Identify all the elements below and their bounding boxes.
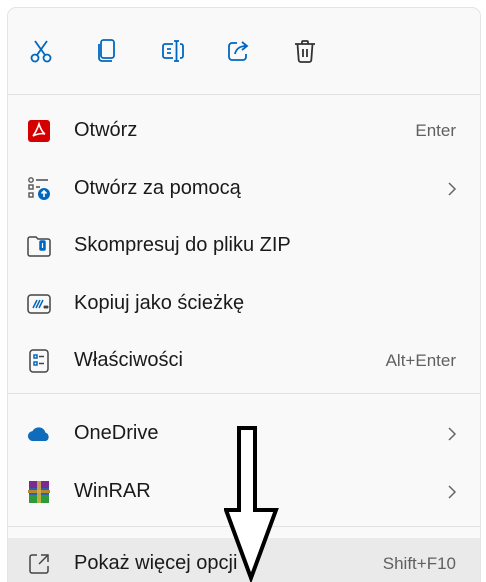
menu-item-label: Pokaż więcej opcji: [74, 552, 238, 574]
menu-item-label: Otwórz: [74, 119, 138, 141]
shortcut-text: Shift+F10: [382, 554, 456, 573]
copy-icon: [98, 39, 115, 62]
onedrive-icon: [26, 421, 52, 447]
winrar-icon: [26, 479, 52, 505]
divider: [8, 526, 480, 527]
cut-icon: [30, 40, 52, 63]
menu-item-show-more-options[interactable]: Pokaż więcej opcji Shift+F10: [8, 538, 480, 582]
cut-button[interactable]: [24, 34, 58, 68]
context-menu: Otwórz Enter Otwórz za pomocą Skompresuj…: [8, 8, 480, 582]
delete-icon: [295, 40, 315, 63]
more-options-icon: [26, 551, 52, 577]
zip-folder-icon: [26, 233, 52, 259]
menu-item-properties[interactable]: Właściwości Alt+Enter: [8, 335, 480, 387]
copy-path-icon: [26, 291, 52, 317]
menu-item-winrar[interactable]: WinRAR: [8, 466, 480, 518]
chevron-right-icon: [448, 485, 457, 499]
share-icon: [228, 41, 249, 61]
menu-item-copy-path[interactable]: Kopiuj jako ścieżkę: [8, 278, 480, 330]
shortcut-text: Enter: [415, 121, 456, 140]
rename-button[interactable]: [156, 34, 190, 68]
menu-item-open[interactable]: Otwórz Enter: [8, 105, 480, 157]
copy-button[interactable]: [90, 34, 124, 68]
divider: [8, 94, 480, 95]
divider: [8, 393, 480, 394]
rename-icon: [162, 40, 184, 62]
open-with-icon: [26, 176, 52, 202]
menu-item-open-with[interactable]: Otwórz za pomocą: [8, 163, 480, 215]
menu-item-label: Skompresuj do pliku ZIP: [74, 234, 291, 256]
share-button[interactable]: [222, 34, 256, 68]
chevron-right-icon: [448, 427, 457, 441]
menu-item-label: Właściwości: [74, 349, 183, 371]
pdf-icon: [26, 118, 52, 144]
shortcut-text: Alt+Enter: [385, 351, 456, 370]
chevron-right-icon: [448, 182, 457, 196]
menu-item-label: Kopiuj jako ścieżkę: [74, 292, 245, 314]
menu-item-label: OneDrive: [74, 422, 159, 444]
context-toolbar: [8, 8, 480, 94]
menu-item-label: Otwórz za pomocą: [74, 177, 241, 199]
delete-button[interactable]: [288, 34, 322, 68]
menu-item-label: WinRAR: [74, 480, 151, 502]
properties-icon: [26, 348, 52, 374]
menu-item-onedrive[interactable]: OneDrive: [8, 408, 480, 460]
menu-item-compress-zip[interactable]: Skompresuj do pliku ZIP: [8, 220, 480, 272]
